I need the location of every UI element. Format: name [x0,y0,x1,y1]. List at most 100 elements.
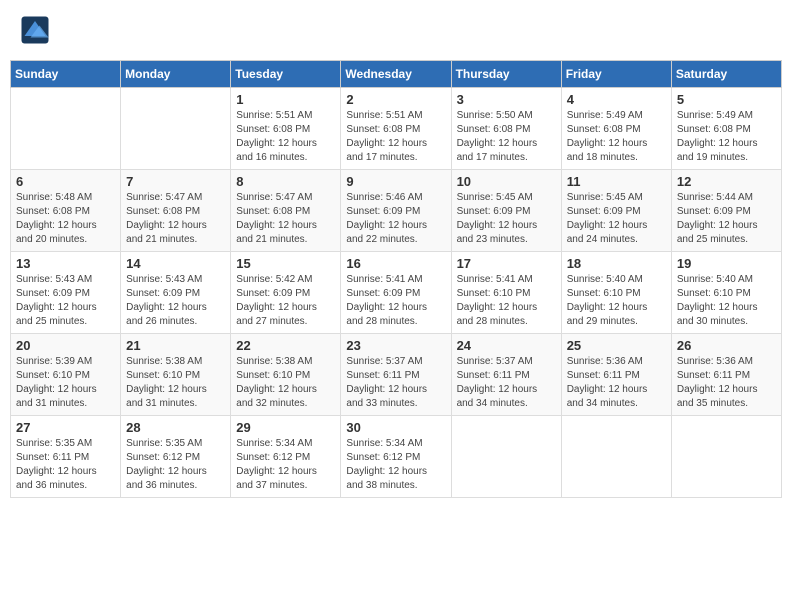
day-number: 12 [677,174,776,189]
day-cell: 12 Sunrise: 5:44 AM Sunset: 6:09 PM Dayli… [671,170,781,252]
day-cell: 13 Sunrise: 5:43 AM Sunset: 6:09 PM Dayli… [11,252,121,334]
day-cell: 15 Sunrise: 5:42 AM Sunset: 6:09 PM Dayli… [231,252,341,334]
day-info: Sunrise: 5:35 AM Sunset: 6:12 PM Dayligh… [126,437,225,493]
day-info: Sunrise: 5:49 AM Sunset: 6:08 PM Dayligh… [567,109,666,165]
day-cell: 11 Sunrise: 5:45 AM Sunset: 6:09 PM Dayli… [561,170,671,252]
day-number: 24 [457,338,556,353]
week-row-3: 13 Sunrise: 5:43 AM Sunset: 6:09 PM Dayli… [11,252,782,334]
day-info: Sunrise: 5:40 AM Sunset: 6:10 PM Dayligh… [567,273,666,329]
day-info: Sunrise: 5:51 AM Sunset: 6:08 PM Dayligh… [346,109,445,165]
day-number: 21 [126,338,225,353]
day-info: Sunrise: 5:47 AM Sunset: 6:08 PM Dayligh… [126,191,225,247]
day-cell: 21 Sunrise: 5:38 AM Sunset: 6:10 PM Dayli… [121,334,231,416]
day-cell: 27 Sunrise: 5:35 AM Sunset: 6:11 PM Dayli… [11,416,121,498]
day-info: Sunrise: 5:48 AM Sunset: 6:08 PM Dayligh… [16,191,115,247]
day-cell: 8Sunrise: 5:47 AM Sunset: 6:08 PM Daylig… [231,170,341,252]
day-number: 7 [126,174,225,189]
day-cell: 6 Sunrise: 5:48 AM Sunset: 6:08 PM Daylig… [11,170,121,252]
weekday-header-wednesday: Wednesday [341,61,451,88]
day-number: 6 [16,174,115,189]
day-cell: 18 Sunrise: 5:40 AM Sunset: 6:10 PM Dayli… [561,252,671,334]
day-number: 2 [346,92,445,107]
day-number: 18 [567,256,666,271]
day-number: 19 [677,256,776,271]
day-cell: 20 Sunrise: 5:39 AM Sunset: 6:10 PM Dayli… [11,334,121,416]
day-info: Sunrise: 5:42 AM Sunset: 6:09 PM Dayligh… [236,273,335,329]
day-cell: 22Sunrise: 5:38 AM Sunset: 6:10 PM Dayli… [231,334,341,416]
day-cell: 28 Sunrise: 5:35 AM Sunset: 6:12 PM Dayli… [121,416,231,498]
day-cell [121,88,231,170]
day-number: 22 [236,338,335,353]
logo-icon [20,15,50,45]
day-info: Sunrise: 5:34 AM Sunset: 6:12 PM Dayligh… [346,437,445,493]
day-number: 20 [16,338,115,353]
day-info: Sunrise: 5:38 AM Sunset: 6:10 PM Dayligh… [126,355,225,411]
day-number: 30 [346,420,445,435]
day-cell: 2 Sunrise: 5:51 AM Sunset: 6:08 PM Daylig… [341,88,451,170]
calendar-body: 1 Sunrise: 5:51 AM Sunset: 6:08 PM Daylig… [11,88,782,498]
day-info: Sunrise: 5:35 AM Sunset: 6:11 PM Dayligh… [16,437,115,493]
day-cell: 19 Sunrise: 5:40 AM Sunset: 6:10 PM Dayli… [671,252,781,334]
day-cell: 3 Sunrise: 5:50 AM Sunset: 6:08 PM Daylig… [451,88,561,170]
weekday-header-monday: Monday [121,61,231,88]
day-number: 8 [236,174,335,189]
day-cell: 9 Sunrise: 5:46 AM Sunset: 6:09 PM Daylig… [341,170,451,252]
day-cell: 10Sunrise: 5:45 AM Sunset: 6:09 PM Dayli… [451,170,561,252]
day-number: 15 [236,256,335,271]
day-cell: 17Sunrise: 5:41 AM Sunset: 6:10 PM Dayli… [451,252,561,334]
week-row-1: 1 Sunrise: 5:51 AM Sunset: 6:08 PM Daylig… [11,88,782,170]
day-info: Sunrise: 5:34 AM Sunset: 6:12 PM Dayligh… [236,437,335,493]
day-info: Sunrise: 5:46 AM Sunset: 6:09 PM Dayligh… [346,191,445,247]
day-info: Sunrise: 5:36 AM Sunset: 6:11 PM Dayligh… [677,355,776,411]
week-row-5: 27 Sunrise: 5:35 AM Sunset: 6:11 PM Dayli… [11,416,782,498]
day-cell [671,416,781,498]
day-cell: 1Sunrise: 5:51 AM Sunset: 6:08 PM Daylig… [231,88,341,170]
day-info: Sunrise: 5:43 AM Sunset: 6:09 PM Dayligh… [16,273,115,329]
day-info: Sunrise: 5:45 AM Sunset: 6:09 PM Dayligh… [567,191,666,247]
day-info: Sunrise: 5:43 AM Sunset: 6:09 PM Dayligh… [126,273,225,329]
day-cell [11,88,121,170]
day-cell: 16 Sunrise: 5:41 AM Sunset: 6:09 PM Dayli… [341,252,451,334]
week-row-2: 6 Sunrise: 5:48 AM Sunset: 6:08 PM Daylig… [11,170,782,252]
day-cell [451,416,561,498]
weekday-header-row: SundayMondayTuesdayWednesdayThursdayFrid… [11,61,782,88]
day-cell: 23 Sunrise: 5:37 AM Sunset: 6:11 PM Dayli… [341,334,451,416]
day-number: 1 [236,92,335,107]
day-number: 9 [346,174,445,189]
day-cell: 5 Sunrise: 5:49 AM Sunset: 6:08 PM Daylig… [671,88,781,170]
day-number: 25 [567,338,666,353]
day-number: 13 [16,256,115,271]
day-info: Sunrise: 5:41 AM Sunset: 6:09 PM Dayligh… [346,273,445,329]
day-number: 27 [16,420,115,435]
day-number: 28 [126,420,225,435]
week-row-4: 20 Sunrise: 5:39 AM Sunset: 6:10 PM Dayli… [11,334,782,416]
day-number: 26 [677,338,776,353]
day-info: Sunrise: 5:49 AM Sunset: 6:08 PM Dayligh… [677,109,776,165]
calendar-table: SundayMondayTuesdayWednesdayThursdayFrid… [10,60,782,498]
weekday-header-sunday: Sunday [11,61,121,88]
day-number: 5 [677,92,776,107]
day-cell: 26 Sunrise: 5:36 AM Sunset: 6:11 PM Dayli… [671,334,781,416]
day-cell: 30 Sunrise: 5:34 AM Sunset: 6:12 PM Dayli… [341,416,451,498]
day-number: 16 [346,256,445,271]
day-info: Sunrise: 5:37 AM Sunset: 6:11 PM Dayligh… [346,355,445,411]
day-number: 10 [457,174,556,189]
day-number: 23 [346,338,445,353]
weekday-header-friday: Friday [561,61,671,88]
weekday-header-saturday: Saturday [671,61,781,88]
logo [20,15,54,45]
day-info: Sunrise: 5:39 AM Sunset: 6:10 PM Dayligh… [16,355,115,411]
day-info: Sunrise: 5:50 AM Sunset: 6:08 PM Dayligh… [457,109,556,165]
weekday-header-tuesday: Tuesday [231,61,341,88]
day-number: 3 [457,92,556,107]
day-cell: 25 Sunrise: 5:36 AM Sunset: 6:11 PM Dayli… [561,334,671,416]
day-info: Sunrise: 5:36 AM Sunset: 6:11 PM Dayligh… [567,355,666,411]
weekday-header-thursday: Thursday [451,61,561,88]
day-info: Sunrise: 5:44 AM Sunset: 6:09 PM Dayligh… [677,191,776,247]
day-info: Sunrise: 5:40 AM Sunset: 6:10 PM Dayligh… [677,273,776,329]
day-cell: 29Sunrise: 5:34 AM Sunset: 6:12 PM Dayli… [231,416,341,498]
day-number: 11 [567,174,666,189]
page-header [10,10,782,50]
day-cell: 14Sunrise: 5:43 AM Sunset: 6:09 PM Dayli… [121,252,231,334]
day-cell: 7 Sunrise: 5:47 AM Sunset: 6:08 PM Daylig… [121,170,231,252]
